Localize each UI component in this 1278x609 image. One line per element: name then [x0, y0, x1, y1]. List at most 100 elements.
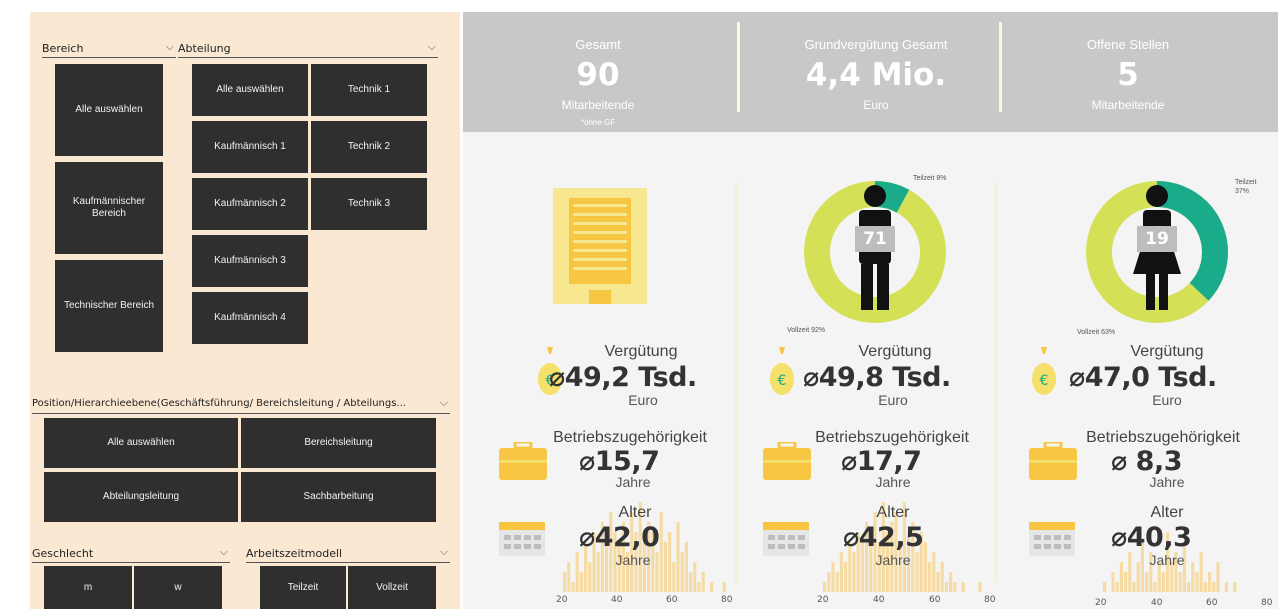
age-histogram-bar: [949, 572, 953, 592]
age-histogram-bar: [932, 552, 936, 592]
abteilung-option[interactable]: Technik 3: [311, 178, 427, 230]
age-histogram-bar: [567, 562, 571, 592]
briefcase-icon: [1029, 442, 1077, 480]
verguetung-unit: Euro: [628, 392, 658, 408]
abteilung-slicer-label: Abteilung: [178, 42, 231, 55]
building-icon: [553, 188, 647, 304]
svg-text:€: €: [1040, 373, 1049, 389]
abteilung-option[interactable]: Kaufmännisch 2: [192, 178, 308, 230]
abteilung-option[interactable]: Kaufmännisch 4: [192, 292, 308, 344]
main-area: € Vergütung ⌀49,2 Tsd. Euro Betriebszuge…: [463, 132, 1278, 609]
betrieb-unit: Jahre: [875, 474, 911, 490]
column-gesamt: € Vergütung ⌀49,2 Tsd. Euro Betriebszuge…: [463, 132, 733, 609]
verguetung-value: ⌀49,2 Tsd.: [549, 362, 697, 393]
age-histogram-bar: [676, 522, 680, 592]
age-histogram-bar: [668, 532, 672, 592]
age-histogram-bar: [1132, 582, 1136, 592]
chevron-down-icon[interactable]: ⌵: [428, 40, 436, 54]
kpi-unit: Mitarbeitende: [1091, 98, 1165, 112]
position-option[interactable]: Alle auswählen: [44, 418, 238, 468]
geschlecht-option[interactable]: w: [134, 566, 222, 609]
age-histogram-bar: [1119, 562, 1123, 592]
alter-label: Alter: [618, 504, 652, 521]
betrieb-unit: Jahre: [1149, 474, 1185, 490]
age-histogram-bar: [1187, 582, 1191, 592]
age-histogram-bar: [672, 562, 676, 592]
bereich-slicer-header[interactable]: Bereich ⌵: [42, 40, 176, 58]
age-histogram-bar: [563, 572, 567, 592]
kpi-value: 5: [1117, 57, 1139, 93]
age-histogram-bar: [579, 572, 583, 592]
kpi-value: 4,4 Mio.: [805, 57, 947, 93]
column-divider: [995, 182, 998, 582]
age-histogram-bar: [1203, 582, 1207, 592]
age-axis-tick: 80: [1261, 598, 1273, 608]
age-histogram-bar: [1153, 582, 1157, 592]
age-histogram-bar: [923, 542, 927, 592]
kpi-label: Gesamt: [575, 37, 621, 52]
abteilung-option[interactable]: Technik 2: [311, 121, 427, 173]
age-histogram-bar: [680, 552, 684, 592]
kpi-card-offene-stellen: Offene Stellen 5 Mitarbeitende: [993, 12, 1263, 132]
position-option[interactable]: Bereichsleitung: [241, 418, 436, 468]
age-histogram-bar: [1124, 572, 1128, 592]
age-histogram-bar: [663, 542, 667, 592]
alter-label: Alter: [876, 504, 910, 521]
geschlecht-slicer-header[interactable]: Geschlecht ⌵: [32, 545, 230, 563]
age-histogram-bar: [835, 572, 839, 592]
chevron-down-icon[interactable]: ⌵: [166, 40, 174, 54]
chevron-down-icon[interactable]: ⌵: [440, 545, 448, 559]
chevron-down-icon[interactable]: ⌵: [440, 396, 448, 410]
verguetung-label: Vergütung: [858, 343, 932, 360]
bereich-option[interactable]: Kaufmännischer Bereich: [55, 162, 163, 254]
bereich-slicer-label: Bereich: [42, 42, 84, 55]
age-histogram-bar: [936, 572, 940, 592]
calendar-icon: [499, 522, 545, 556]
column-maennlich: 71 Teilzeit 8% Vollzeit 92% € Vergütung …: [739, 132, 995, 609]
age-axis-tick: 60: [666, 595, 678, 605]
count-badge: 71: [855, 226, 895, 252]
arbeitszeit-slicer-header[interactable]: Arbeitszeitmodell ⌵: [246, 545, 450, 563]
age-histogram-bar: [571, 582, 575, 592]
verguetung-unit: Euro: [1152, 392, 1182, 408]
alter-value: ⌀40,3: [1111, 522, 1192, 553]
age-axis-tick: 80: [984, 595, 996, 605]
age-histogram-bar: [831, 562, 835, 592]
abteilung-option[interactable]: Alle auswählen: [192, 64, 308, 116]
age-histogram-bar: [823, 582, 827, 592]
chevron-down-icon[interactable]: ⌵: [220, 545, 228, 559]
abteilung-option[interactable]: Kaufmännisch 1: [192, 121, 308, 173]
age-histogram-bar: [940, 562, 944, 592]
age-histogram-bar: [1161, 572, 1165, 592]
arbeitszeit-option[interactable]: Vollzeit: [348, 566, 436, 609]
age-axis-tick: 20: [817, 595, 829, 605]
abteilung-slicer-header[interactable]: Abteilung ⌵: [178, 40, 438, 58]
position-slicer-header[interactable]: Position/Hierarchieebene(Geschäftsführun…: [32, 396, 450, 414]
money-bag-icon: €: [1032, 347, 1056, 395]
alter-unit: Jahre: [615, 552, 651, 568]
age-histogram-bar: [844, 562, 848, 592]
age-axis-tick: 40: [873, 595, 885, 605]
verguetung-label: Vergütung: [1130, 343, 1204, 360]
geschlecht-option[interactable]: m: [44, 566, 132, 609]
abteilung-option[interactable]: Kaufmännisch 3: [192, 235, 308, 287]
abteilung-option[interactable]: Technik 1: [311, 64, 427, 116]
column-weiblich: Teilzeit 37% Vollzeit 63% 19 € Vergütung…: [999, 132, 1278, 609]
verguetung-value: ⌀47,0 Tsd.: [1069, 362, 1217, 393]
alter-value: ⌀42,5: [843, 522, 924, 553]
age-histogram-bar: [978, 582, 982, 592]
position-option[interactable]: Sachbarbeitung: [241, 472, 436, 522]
betrieb-value: ⌀15,7: [579, 446, 660, 477]
age-histogram-bar: [701, 572, 705, 592]
position-option[interactable]: Abteilungsleitung: [44, 472, 238, 522]
age-histogram-bar: [697, 582, 701, 592]
age-axis-tick: 80: [721, 595, 733, 605]
bereich-option[interactable]: Technischer Bereich: [55, 260, 163, 352]
bereich-option[interactable]: Alle auswählen: [55, 64, 163, 156]
arbeitszeit-option[interactable]: Teilzeit: [260, 566, 346, 609]
alter-unit: Jahre: [1149, 552, 1185, 568]
age-histogram-bar: [1208, 572, 1212, 592]
kpi-note: *ohne GF: [580, 118, 616, 127]
alter-value: ⌀42,0: [579, 522, 660, 553]
age-axis-tick: 20: [1095, 598, 1107, 608]
